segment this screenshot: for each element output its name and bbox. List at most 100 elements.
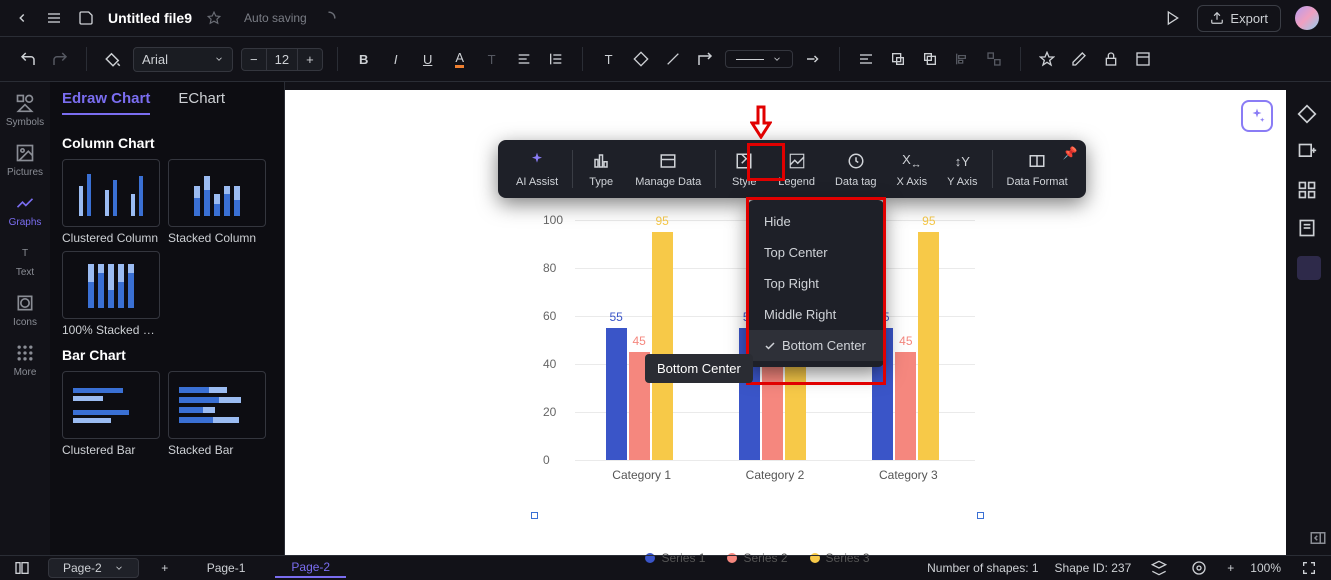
page-selector[interactable]: Page-2 — [48, 558, 139, 578]
dd-top-right[interactable]: Top Right — [748, 268, 884, 299]
lock-icon[interactable] — [1099, 47, 1123, 71]
ft-legend[interactable]: Legend — [770, 146, 823, 192]
collapse-right-icon[interactable] — [1309, 529, 1327, 550]
ft-data-tag[interactable]: Data tag — [827, 146, 885, 192]
grid-icon[interactable] — [1297, 180, 1321, 204]
bar-value-label: 55 — [606, 310, 627, 324]
ft-manage-data[interactable]: Manage Data — [627, 146, 709, 192]
file-title: Untitled file9 — [108, 10, 192, 26]
rail-symbols[interactable]: Symbols — [5, 92, 45, 128]
fill-icon[interactable] — [629, 47, 653, 71]
connector-icon[interactable] — [693, 47, 717, 71]
dd-top-center[interactable]: Top Center — [748, 237, 884, 268]
notes-icon[interactable] — [1297, 218, 1321, 242]
legend-position-dropdown: Hide Top Center Top Right Middle Right B… — [748, 200, 884, 367]
fullscreen-icon[interactable] — [1297, 556, 1321, 580]
ft-y-axis[interactable]: ↕Y Y Axis — [939, 146, 985, 192]
ft-type[interactable]: Type — [579, 146, 623, 192]
rail-icons[interactable]: Icons — [5, 292, 45, 328]
thumb-100-stacked-column[interactable]: 100% Stacked C... — [62, 251, 160, 337]
font-size-value[interactable]: 12 — [266, 49, 298, 70]
save-icon[interactable] — [76, 8, 96, 28]
text-effect-icon[interactable]: T — [480, 47, 504, 71]
layer-back-icon[interactable] — [918, 47, 942, 71]
star-icon[interactable] — [204, 8, 224, 28]
ai-sparkle-button[interactable] — [1241, 100, 1273, 132]
arrow-style-icon[interactable] — [801, 47, 825, 71]
rail-pictures[interactable]: Pictures — [5, 142, 45, 178]
pin-icon[interactable]: 📌 — [1063, 146, 1078, 160]
format-painter-icon[interactable] — [101, 47, 125, 71]
rail-graphs[interactable]: Graphs — [5, 192, 45, 228]
tab-page-2[interactable]: Page-2 — [275, 558, 346, 578]
line-spacing-icon[interactable] — [544, 47, 568, 71]
layer-front-icon[interactable] — [886, 47, 910, 71]
italic-icon[interactable]: I — [384, 47, 408, 71]
ft-style[interactable]: Style — [722, 146, 766, 192]
align-objects-icon[interactable] — [950, 47, 974, 71]
outline-icon[interactable] — [10, 556, 34, 580]
ft-ai-assist[interactable]: AI Assist — [508, 146, 566, 192]
align-icon[interactable] — [512, 47, 536, 71]
tab-echart[interactable]: EChart — [178, 90, 225, 115]
rail-text[interactable]: T Text — [5, 242, 45, 278]
distribute-icon[interactable] — [854, 47, 878, 71]
chart-library-panel: Edraw Chart EChart Column Chart Clustere… — [50, 82, 285, 555]
focus-icon[interactable] — [1187, 556, 1211, 580]
sparkle-icon — [526, 150, 548, 172]
thumb-stacked-column[interactable]: Stacked Column — [168, 159, 266, 245]
rail-more[interactable]: More — [5, 342, 45, 378]
tab-edraw-chart[interactable]: Edraw Chart — [62, 90, 150, 115]
bold-icon[interactable]: B — [352, 47, 376, 71]
dd-bottom-center[interactable]: Bottom Center — [748, 330, 884, 361]
style-icon — [733, 150, 755, 172]
graphs-icon — [14, 192, 36, 214]
zoom-plus[interactable]: + — [1227, 561, 1234, 575]
thumb-clustered-column[interactable]: Clustered Column — [62, 159, 160, 245]
redo-icon[interactable] — [48, 47, 72, 71]
tooltip: Bottom Center — [645, 354, 753, 383]
title-bar: Untitled file9 Auto saving Export — [0, 0, 1331, 36]
insert-icon[interactable] — [1297, 142, 1321, 166]
x-axis-label: Category 2 — [746, 468, 805, 482]
avatar[interactable] — [1295, 6, 1319, 30]
add-page-icon[interactable]: + — [153, 556, 177, 580]
effects-icon[interactable] — [1035, 47, 1059, 71]
font-color-icon[interactable]: A — [448, 47, 472, 71]
chart-type-icon — [590, 150, 612, 172]
tab-page-1[interactable]: Page-1 — [191, 559, 262, 577]
text-icon: T — [14, 242, 36, 264]
y-tick: 80 — [543, 261, 556, 275]
ft-x-axis[interactable]: X↔ X Axis — [889, 146, 936, 192]
layers-icon[interactable] — [1147, 556, 1171, 580]
font-family-select[interactable]: Arial — [133, 47, 233, 72]
edit-icon[interactable] — [1067, 47, 1091, 71]
bar-value-label: 95 — [652, 214, 673, 228]
annotation-arrow-icon — [750, 105, 772, 142]
more-icon — [14, 342, 36, 364]
font-size-decrease[interactable]: − — [242, 49, 266, 70]
font-size-stepper[interactable]: − 12 + — [241, 48, 323, 71]
line-style-select[interactable] — [725, 50, 793, 68]
play-icon[interactable] — [1163, 8, 1183, 28]
zoom-value[interactable]: 100% — [1250, 561, 1281, 575]
bar: 95 — [918, 232, 939, 460]
properties-icon[interactable] — [1131, 47, 1155, 71]
y-tick: 20 — [543, 405, 556, 419]
dd-hide[interactable]: Hide — [748, 206, 884, 237]
thumb-clustered-bar[interactable]: Clustered Bar — [62, 371, 160, 457]
font-size-increase[interactable]: + — [298, 49, 322, 70]
thumb-stacked-bar[interactable]: Stacked Bar — [168, 371, 266, 457]
dd-middle-right[interactable]: Middle Right — [748, 299, 884, 330]
export-button[interactable]: Export — [1197, 5, 1281, 32]
back-icon[interactable] — [12, 8, 32, 28]
x-axis-label: Category 1 — [612, 468, 671, 482]
underline-icon[interactable]: U — [416, 47, 440, 71]
menu-icon[interactable] — [44, 8, 64, 28]
selected-tool-icon[interactable] — [1297, 256, 1321, 280]
text-tool-icon[interactable]: T — [597, 47, 621, 71]
line-color-icon[interactable] — [661, 47, 685, 71]
undo-icon[interactable] — [16, 47, 40, 71]
theme-icon[interactable] — [1297, 104, 1321, 128]
group-icon[interactable] — [982, 47, 1006, 71]
